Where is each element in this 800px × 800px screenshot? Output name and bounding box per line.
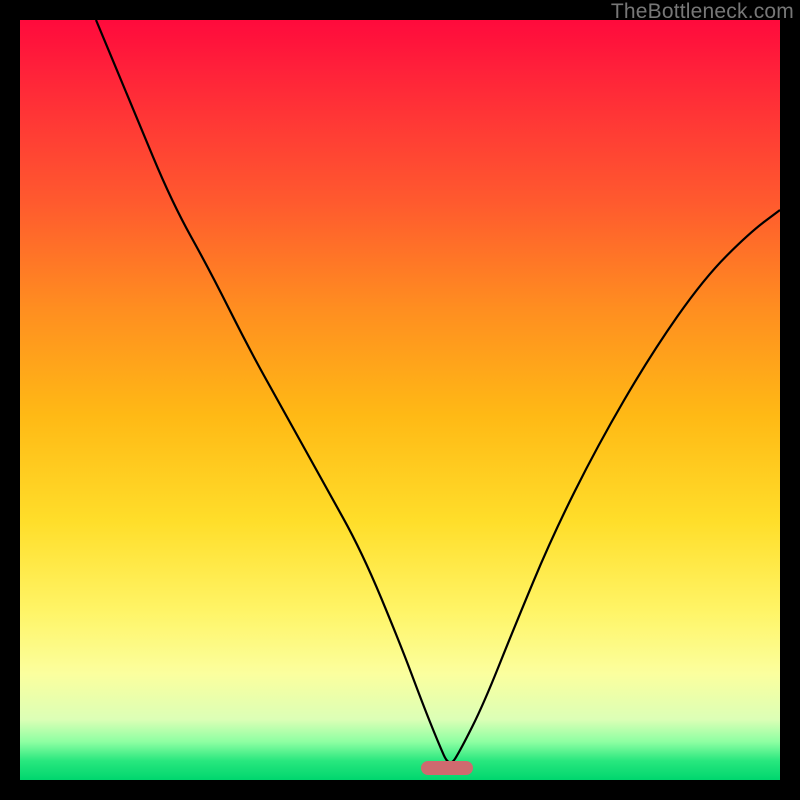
curve-layer: [20, 20, 780, 780]
bottleneck-curve: [96, 20, 780, 762]
plot-area: [20, 20, 780, 780]
chart-frame: TheBottleneck.com: [0, 0, 800, 800]
